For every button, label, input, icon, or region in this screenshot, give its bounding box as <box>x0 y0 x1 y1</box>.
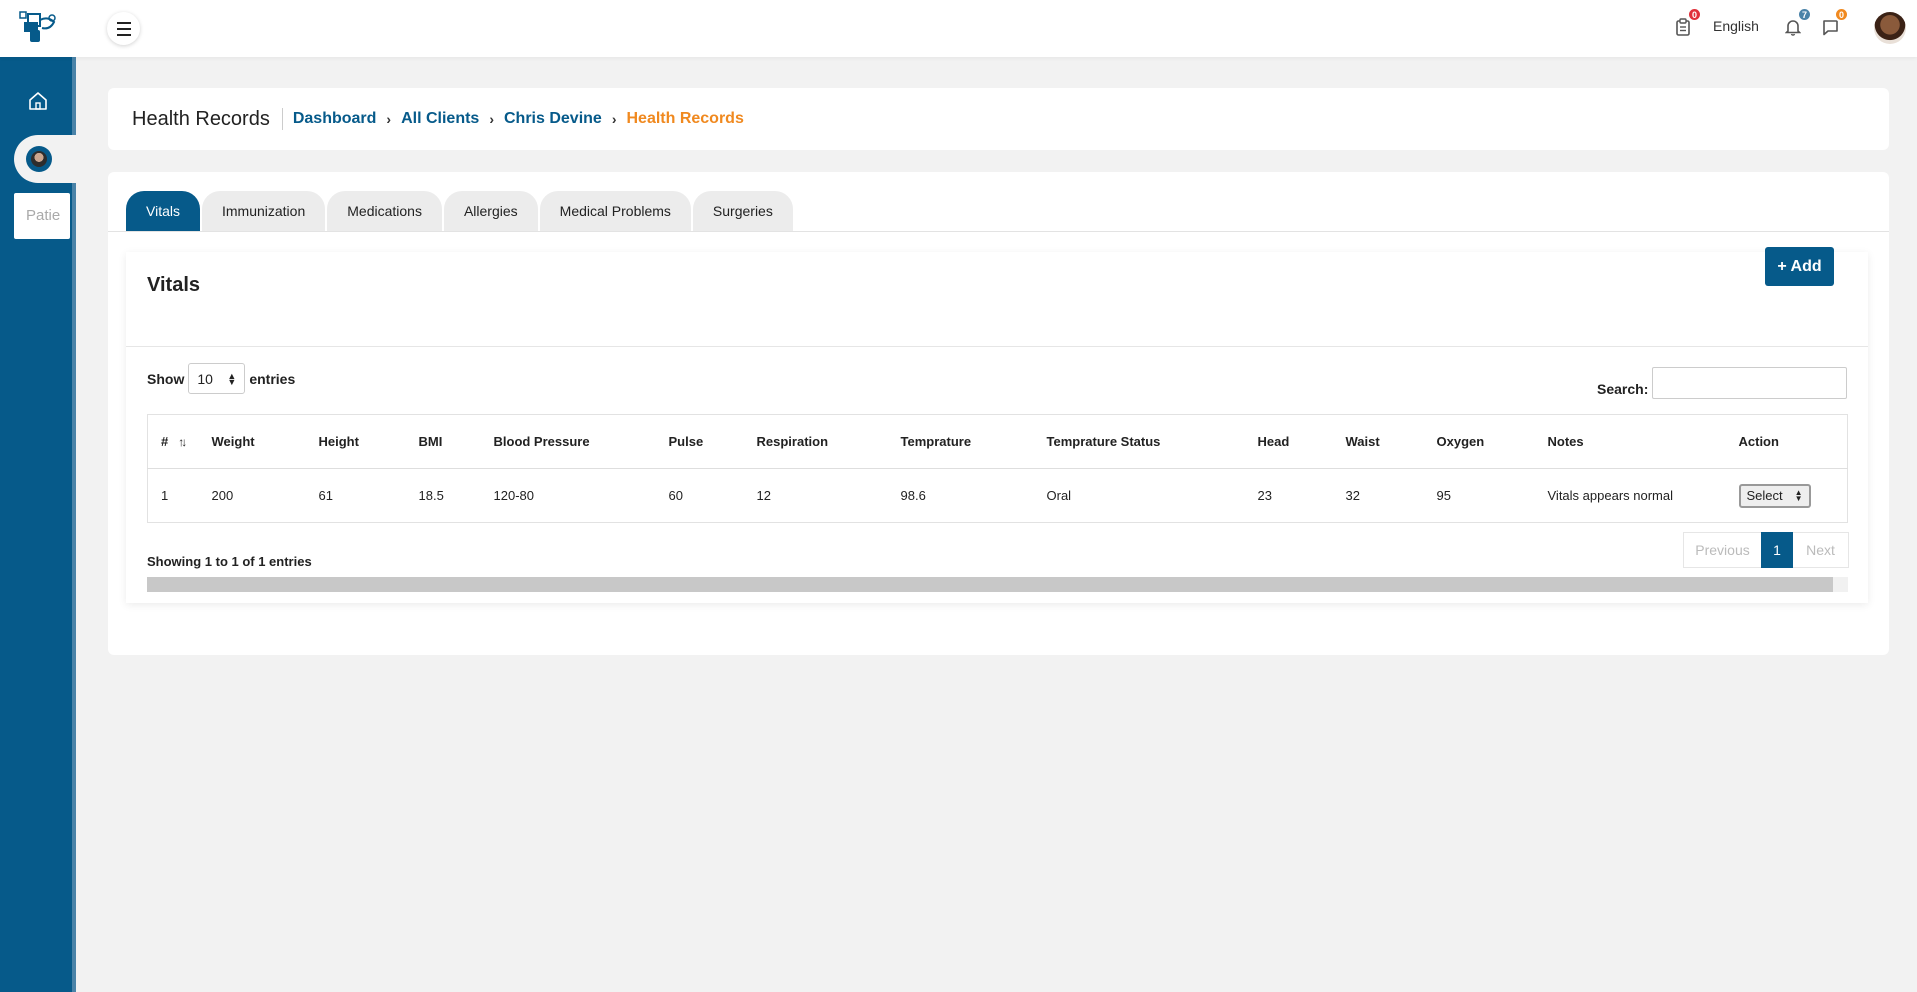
health-records-card: Vitals Immunization Medications Allergie… <box>108 172 1889 655</box>
tab-immunization[interactable]: Immunization <box>201 191 326 231</box>
column-header-temperature[interactable]: Temprature <box>887 414 1034 469</box>
column-header-number[interactable]: # ↑↓ <box>147 414 199 469</box>
tasks-button[interactable]: 0 <box>1672 7 1702 38</box>
cell-weight: 200 <box>198 468 306 523</box>
cell-head: 23 <box>1244 468 1333 523</box>
notifications-button[interactable]: 7 <box>1782 7 1812 38</box>
row-action-select[interactable]: Select ▲ ▼ <box>1738 483 1811 508</box>
page-title: Health Records <box>132 107 270 130</box>
horizontal-scrollbar[interactable] <box>147 577 1848 592</box>
show-label: Show <box>147 370 185 387</box>
sidebar-tooltip: Patie <box>14 193 70 239</box>
logo-icon[interactable] <box>18 10 58 44</box>
language-selector[interactable]: English <box>1713 18 1759 34</box>
cell-waist: 32 <box>1332 468 1424 523</box>
row-action-value: Select <box>1746 488 1783 503</box>
scrollbar-thumb[interactable] <box>147 577 1833 592</box>
cell-number: 1 <box>147 468 199 523</box>
menu-icon <box>116 20 131 38</box>
messages-button[interactable]: 0 <box>1819 7 1849 38</box>
cell-height: 61 <box>305 468 406 523</box>
page-header: Health Records Dashboard › All Clients ›… <box>108 88 1889 150</box>
sidebar-item-patient[interactable] <box>14 135 76 183</box>
add-vitals-button[interactable]: + Add <box>1765 247 1834 286</box>
bell-icon <box>1785 20 1801 36</box>
page-length-value: 10 <box>197 370 213 387</box>
chevron-right-icon: › <box>489 111 494 127</box>
column-header-oxygen[interactable]: Oxygen <box>1423 414 1535 469</box>
column-header-bmi[interactable]: BMI <box>405 414 481 469</box>
table-info: Showing 1 to 1 of 1 entries <box>147 554 312 569</box>
divider <box>108 231 1889 232</box>
page-length-select[interactable]: 10 ▲ ▼ <box>188 363 246 394</box>
chevron-right-icon: › <box>611 111 617 127</box>
tab-medications[interactable]: Medications <box>327 191 442 231</box>
sort-icon: ↑↓ <box>178 435 187 449</box>
tab-vitals[interactable]: Vitals <box>126 191 200 231</box>
pagination-page-1[interactable]: 1 <box>1761 532 1793 568</box>
column-header-head[interactable]: Head <box>1244 414 1333 469</box>
select-arrows-icon: ▲ ▼ <box>1794 487 1803 503</box>
column-header-waist[interactable]: Waist <box>1332 414 1424 469</box>
patient-avatar-icon <box>26 146 52 172</box>
tab-surgeries[interactable]: Surgeries <box>692 191 793 231</box>
breadcrumb-all-clients[interactable]: All Clients <box>401 110 479 128</box>
cell-action: Select ▲ ▼ <box>1725 468 1848 523</box>
select-arrows-icon: ▲ ▼ <box>227 370 237 387</box>
top-bar: 0 English 7 0 <box>0 0 1917 57</box>
chat-icon <box>1822 19 1838 35</box>
pagination-next[interactable]: Next <box>1793 532 1849 568</box>
column-header-blood-pressure[interactable]: Blood Pressure <box>480 414 656 469</box>
column-header-height[interactable]: Height <box>305 414 406 469</box>
column-header-action: Action <box>1725 414 1848 469</box>
column-header-respiration[interactable]: Respiration <box>743 414 888 469</box>
cell-blood-pressure: 120-80 <box>480 468 656 523</box>
vitals-panel: Vitals + Add Show 10 ▲ ▼ entries Search: … <box>126 247 1868 603</box>
cell-temperature-status: Oral <box>1033 468 1245 523</box>
clipboard-icon <box>1676 18 1690 36</box>
cell-temperature: 98.6 <box>887 468 1034 523</box>
column-header-weight[interactable]: Weight <box>198 414 306 469</box>
tab-bar: Vitals Immunization Medications Allergie… <box>126 191 795 231</box>
user-avatar[interactable] <box>1874 12 1906 44</box>
home-icon[interactable] <box>27 90 49 112</box>
tab-medical-problems[interactable]: Medical Problems <box>539 191 691 231</box>
messages-badge: 0 <box>1834 7 1849 22</box>
notifications-badge: 7 <box>1797 7 1812 22</box>
section-title: Vitals <box>147 274 200 296</box>
chevron-right-icon: › <box>386 111 392 127</box>
breadcrumb-current: Health Records <box>626 110 744 127</box>
column-header-pulse[interactable]: Pulse <box>655 414 744 469</box>
column-header-temperature-status[interactable]: Temprature Status <box>1033 414 1245 469</box>
breadcrumb: Dashboard › All Clients › Chris Devine ›… <box>281 108 744 130</box>
pagination-previous[interactable]: Previous <box>1683 532 1761 568</box>
page-length-control: Show 10 ▲ ▼ entries <box>147 363 295 394</box>
cell-pulse: 60 <box>655 468 744 523</box>
column-header-notes[interactable]: Notes <box>1534 414 1726 469</box>
cell-respiration: 12 <box>743 468 888 523</box>
vitals-table: # ↑↓ Weight Height BMI Blood Pressure Pul… <box>147 414 1848 523</box>
tasks-badge: 0 <box>1687 7 1702 22</box>
divider <box>126 346 1868 347</box>
cell-oxygen: 95 <box>1423 468 1535 523</box>
table-row: 1 200 61 18.5 120-80 60 12 98.6 Oral 23 … <box>147 468 1848 523</box>
breadcrumb-dashboard[interactable]: Dashboard <box>293 110 377 128</box>
sidebar: Patie <box>0 57 76 992</box>
cell-notes: Vitals appears normal <box>1534 468 1726 523</box>
pagination: Previous 1 Next <box>1683 532 1849 568</box>
search-input[interactable] <box>1652 367 1847 399</box>
cell-bmi: 18.5 <box>405 468 481 523</box>
search-label: Search: <box>1597 381 1649 397</box>
breadcrumb-client[interactable]: Chris Devine <box>504 110 602 128</box>
tab-allergies[interactable]: Allergies <box>443 191 538 231</box>
entries-label: entries <box>249 370 296 387</box>
menu-toggle-button[interactable] <box>107 12 140 45</box>
table-header-row: # ↑↓ Weight Height BMI Blood Pressure Pul… <box>147 414 1848 469</box>
